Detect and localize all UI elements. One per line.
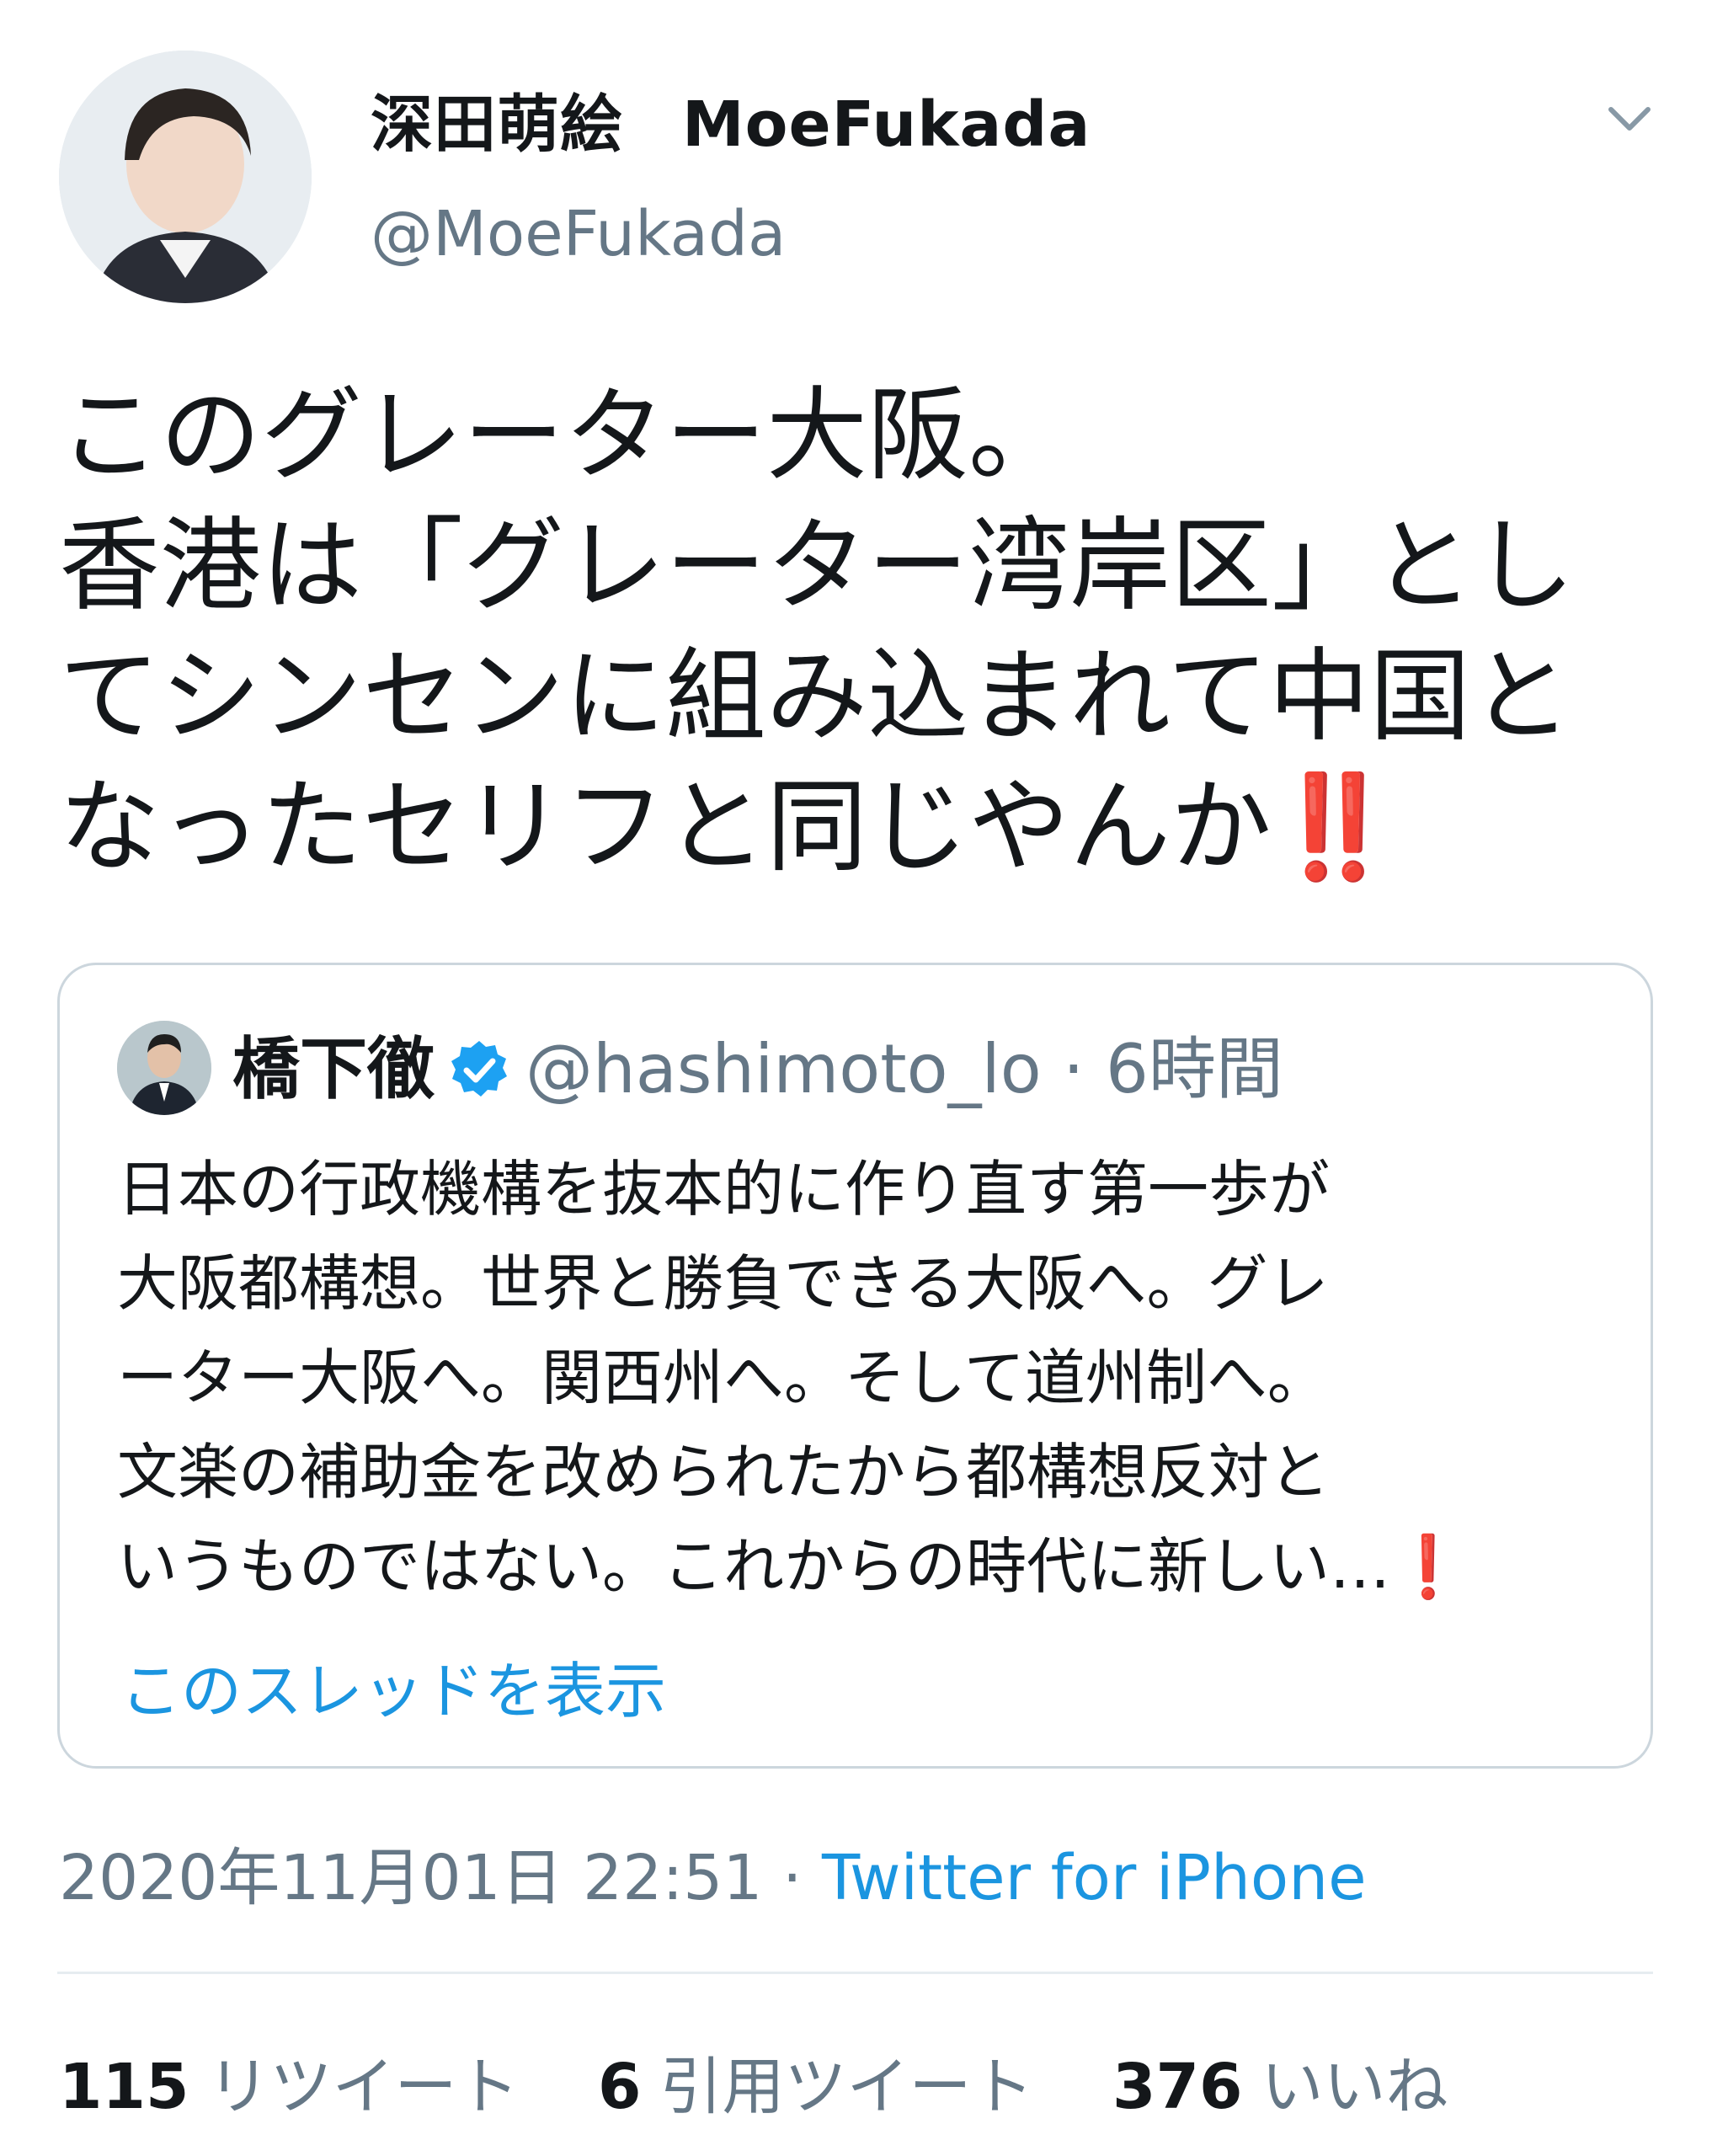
tweet-stats: 115 リツイート 6 引用ツイート 376 いいね [59, 2036, 1507, 2127]
tweet-source-link[interactable]: Twitter for iPhone [822, 1842, 1367, 1914]
divider [57, 1972, 1653, 1974]
exclamation-emoji: ❗ [1390, 1531, 1466, 1602]
display-name-ja: 深田萌絵 [371, 88, 623, 161]
show-thread-link[interactable]: このスレッドを表示 [120, 1641, 666, 1730]
profile-photo-icon [59, 51, 312, 303]
tweet-meta: 2020年11月01日 22:51 · Twitter for iPhone [59, 1828, 1367, 1918]
tweet-line: てシンセンに組み込まれて中国と [59, 638, 1572, 755]
display-name-latin: MoeFukada [682, 88, 1091, 161]
quoted-author-name: 橋下徹 [232, 1030, 435, 1108]
retweets-label: リツイート [207, 2051, 520, 2123]
author-avatar[interactable] [59, 51, 312, 303]
separator-dot: · [1063, 1030, 1085, 1108]
quote-line: 文楽の補助金を改められたから都構想反対と [117, 1437, 1331, 1508]
separator-dot: · [781, 1842, 803, 1914]
quoted-tweet-card[interactable]: 橋下徹 @hashimoto_lo · 6時間 日本の行政機構を抜本的に作り直す… [57, 963, 1653, 1769]
retweets-stat[interactable]: 115 リツイート [59, 2036, 519, 2127]
tweet-line: このグレーター大阪。 [59, 377, 1069, 494]
quoted-author-avatar [117, 1021, 211, 1115]
quote-line: 大阪都構想。世界と勝負できる大阪へ。グレ [117, 1248, 1329, 1319]
profile-photo-icon [117, 1021, 211, 1115]
author-handle[interactable]: @MoeFukada [371, 198, 786, 270]
quote-line: ーター大阪へ。関西州へ。そして道州制へ。 [117, 1342, 1328, 1413]
likes-count: 376 [1112, 2051, 1243, 2123]
tweet-timestamp[interactable]: 2020年11月01日 22:51 [59, 1842, 762, 1914]
chevron-down-icon[interactable] [1604, 93, 1655, 143]
quote-tweets-count: 6 [598, 2051, 642, 2123]
quoted-tweet-text: 日本の行政機構を抜本的に作り直す第一歩が 大阪都構想。世界と勝負できる大阪へ。グ… [117, 1142, 1624, 1614]
retweets-count: 115 [59, 2051, 189, 2123]
likes-stat[interactable]: 376 いいね [1112, 2036, 1448, 2127]
quoted-tweet-time: 6時間 [1106, 1030, 1283, 1108]
tweet-line: 香港は「グレーター湾岸区」とし [59, 508, 1575, 625]
author-display-name[interactable]: 深田萌絵 MoeFukada [371, 74, 1091, 164]
quote-line: いうものではない。これからの時代に新しい… [117, 1531, 1391, 1602]
tweet-detail: 深田萌絵 MoeFukada @MoeFukada このグレーター大阪。 香港は「… [0, 0, 1712, 2156]
verified-badge-icon [451, 1041, 507, 1097]
likes-label: いいね [1261, 2051, 1448, 2123]
tweet-line: なったセリフと同じやんか [59, 769, 1272, 886]
double-exclamation-emoji: ‼️ [1272, 769, 1398, 886]
tweet-text: このグレーター大阪。 香港は「グレーター湾岸区」とし てシンセンに組み込まれて中… [59, 371, 1659, 893]
quoted-tweet-header: 橋下徹 @hashimoto_lo · 6時間 [232, 1029, 1283, 1110]
quote-tweets-stat[interactable]: 6 引用ツイート [598, 2036, 1034, 2127]
quote-tweets-label: 引用ツイート [659, 2051, 1034, 2123]
quoted-author-handle: @hashimoto_lo [525, 1030, 1042, 1108]
quote-line: 日本の行政機構を抜本的に作り直す第一歩が [117, 1154, 1331, 1225]
